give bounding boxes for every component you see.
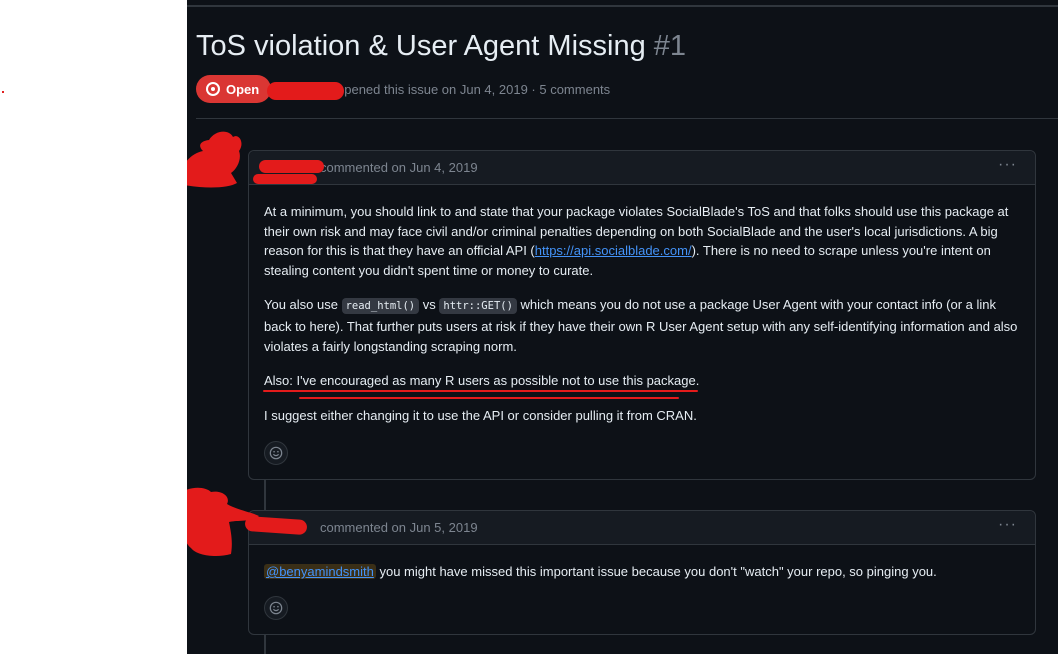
header-divider [196, 118, 1058, 119]
stray-mark [2, 91, 4, 93]
comment-paragraph: Also: I've encouraged as many R users as… [264, 373, 700, 389]
api-link[interactable]: https://api.socialblade.com/ [535, 243, 692, 258]
issue-title: ToS violation & User Agent Missing #1 [196, 30, 686, 63]
user-mention-link[interactable]: @benyamindsmith [264, 564, 376, 579]
comment-meta: commented on Jun 5, 2019 [320, 520, 478, 535]
red-underline [263, 390, 698, 392]
red-underline [299, 397, 679, 399]
redacted-author-name [267, 82, 344, 100]
comment-meta: commented on Jun 4, 2019 [320, 160, 478, 175]
smiley-icon [269, 446, 283, 460]
paragraph-text: vs [419, 297, 440, 313]
comment-header: commented on Jun 5, 2019 ··· [249, 511, 1035, 545]
comment-paragraph: At a minimum, you should link to and sta… [264, 202, 1020, 280]
redacted-avatar [187, 487, 259, 556]
redacted-commenter-name [259, 160, 324, 173]
smiley-icon [269, 601, 283, 615]
redacted-commenter-name [253, 174, 317, 184]
inline-code: httr::GET() [439, 298, 517, 315]
comment-paragraph: You also use read_html() vs httr::GET() … [264, 295, 1020, 356]
comment-card: commented on Jun 4, 2019 ··· At a minimu… [248, 150, 1036, 480]
kebab-menu-icon[interactable]: ··· [998, 516, 1017, 534]
redacted-avatar [187, 131, 242, 188]
comment-paragraph: I suggest either changing it to use the … [264, 407, 697, 423]
status-label: Open [226, 81, 260, 97]
comment-body: @benyamindsmith you might have missed th… [249, 545, 1035, 582]
comment-paragraph: @benyamindsmith you might have missed th… [264, 562, 1020, 582]
kebab-menu-icon[interactable]: ··· [998, 156, 1017, 174]
inline-code: read_html() [341, 298, 420, 315]
issue-meta: opened this issue on Jun 4, 2019 · 5 com… [337, 82, 611, 97]
status-badge: Open [196, 75, 272, 103]
issue-opened-icon [206, 82, 220, 96]
top-divider [187, 5, 1058, 7]
issue-title-text: ToS violation & User Agent Missing [196, 30, 646, 62]
add-reaction-button[interactable] [264, 596, 288, 620]
paragraph-text: you might have missed this important iss… [375, 564, 937, 579]
issue-number: #1 [653, 30, 687, 62]
comment-card: commented on Jun 5, 2019 ··· @benyaminds… [248, 510, 1036, 635]
add-reaction-button[interactable] [264, 441, 288, 465]
issue-page: ToS violation & User Agent Missing #1 Op… [187, 0, 1058, 654]
comment-header: commented on Jun 4, 2019 ··· [249, 151, 1035, 185]
paragraph-text: You also use [264, 297, 342, 313]
